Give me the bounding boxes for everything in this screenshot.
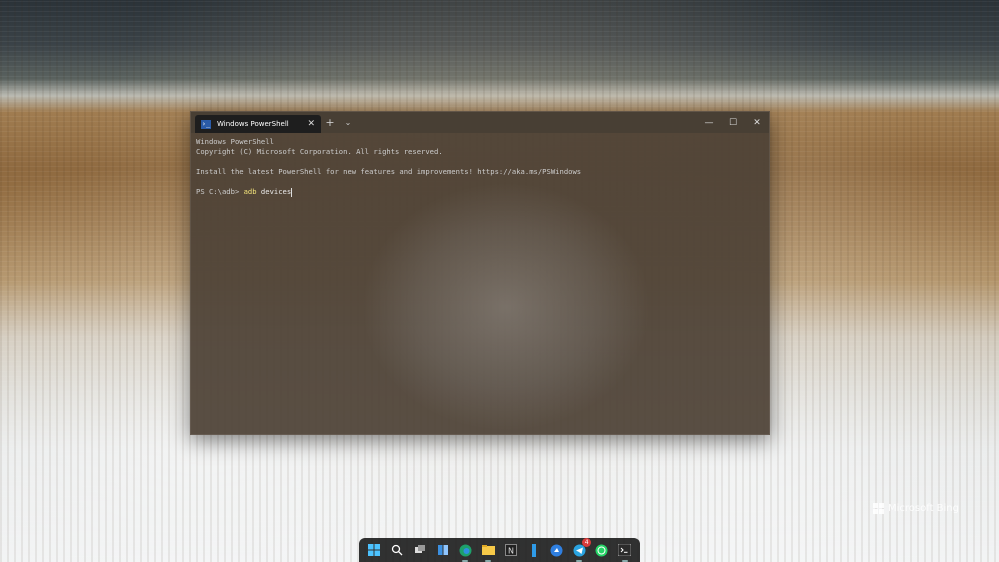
task-view-icon[interactable] — [412, 542, 428, 558]
notification-badge: 4 — [582, 538, 592, 547]
svg-text:N: N — [508, 547, 514, 556]
prompt-line[interactable]: PS C:\adb> adb devices — [196, 187, 764, 197]
prompt: PS C:\adb> — [196, 187, 244, 196]
console-line: Windows PowerShell — [196, 137, 274, 146]
start-icon[interactable] — [366, 542, 382, 558]
minimize-button[interactable]: — — [697, 112, 721, 133]
new-tab-button[interactable]: + — [321, 112, 339, 133]
watermark-text: Microsoft Bing — [887, 503, 959, 514]
command-name: adb — [243, 187, 257, 196]
title-bar[interactable]: ›_ Windows PowerShell ✕ + ⌄ — ☐ ✕ — [191, 112, 769, 133]
terminal-window[interactable]: ›_ Windows PowerShell ✕ + ⌄ — ☐ ✕ Window… — [190, 111, 770, 435]
widgets-icon[interactable] — [435, 542, 451, 558]
microsoft-logo-icon — [872, 503, 884, 514]
tab-dropdown-button[interactable]: ⌄ — [339, 112, 357, 133]
console-output[interactable]: Windows PowerShell Copyright (C) Microsof… — [191, 133, 769, 201]
tab-close-icon[interactable]: ✕ — [307, 119, 315, 129]
edge-icon[interactable] — [457, 542, 473, 562]
background-blur — [361, 182, 651, 432]
console-line: Copyright (C) Microsoft Corporation. All… — [196, 147, 443, 156]
notion-icon[interactable]: N — [503, 542, 519, 558]
file-explorer-icon[interactable] — [480, 542, 496, 562]
window-controls: — ☐ ✕ — [697, 112, 769, 133]
search-icon[interactable] — [389, 542, 405, 558]
command-args: devices — [256, 187, 292, 196]
telegram-icon[interactable]: 4 — [571, 538, 592, 562]
console-line: Install the latest PowerShell for new fe… — [196, 167, 582, 176]
maximize-icon: ☐ — [728, 117, 738, 128]
app-icon[interactable] — [548, 542, 564, 558]
plus-icon: + — [325, 116, 335, 129]
close-icon: ✕ — [753, 117, 761, 128]
terminal-icon[interactable] — [617, 542, 633, 562]
whatsapp-icon[interactable] — [594, 542, 610, 558]
tab-label: Windows PowerShell — [217, 120, 289, 128]
maximize-button[interactable]: ☐ — [721, 112, 745, 133]
pen-app-icon[interactable] — [526, 542, 542, 558]
text-cursor — [291, 187, 293, 197]
powershell-icon: ›_ — [201, 119, 211, 129]
close-button[interactable]: ✕ — [745, 112, 769, 133]
chevron-down-icon: ⌄ — [344, 118, 352, 127]
minimize-icon: — — [704, 117, 714, 128]
taskbar: N 4 — [359, 538, 640, 562]
bing-watermark: Microsoft Bing — [872, 503, 959, 514]
tab-windows-powershell[interactable]: ›_ Windows PowerShell ✕ — [195, 115, 321, 133]
